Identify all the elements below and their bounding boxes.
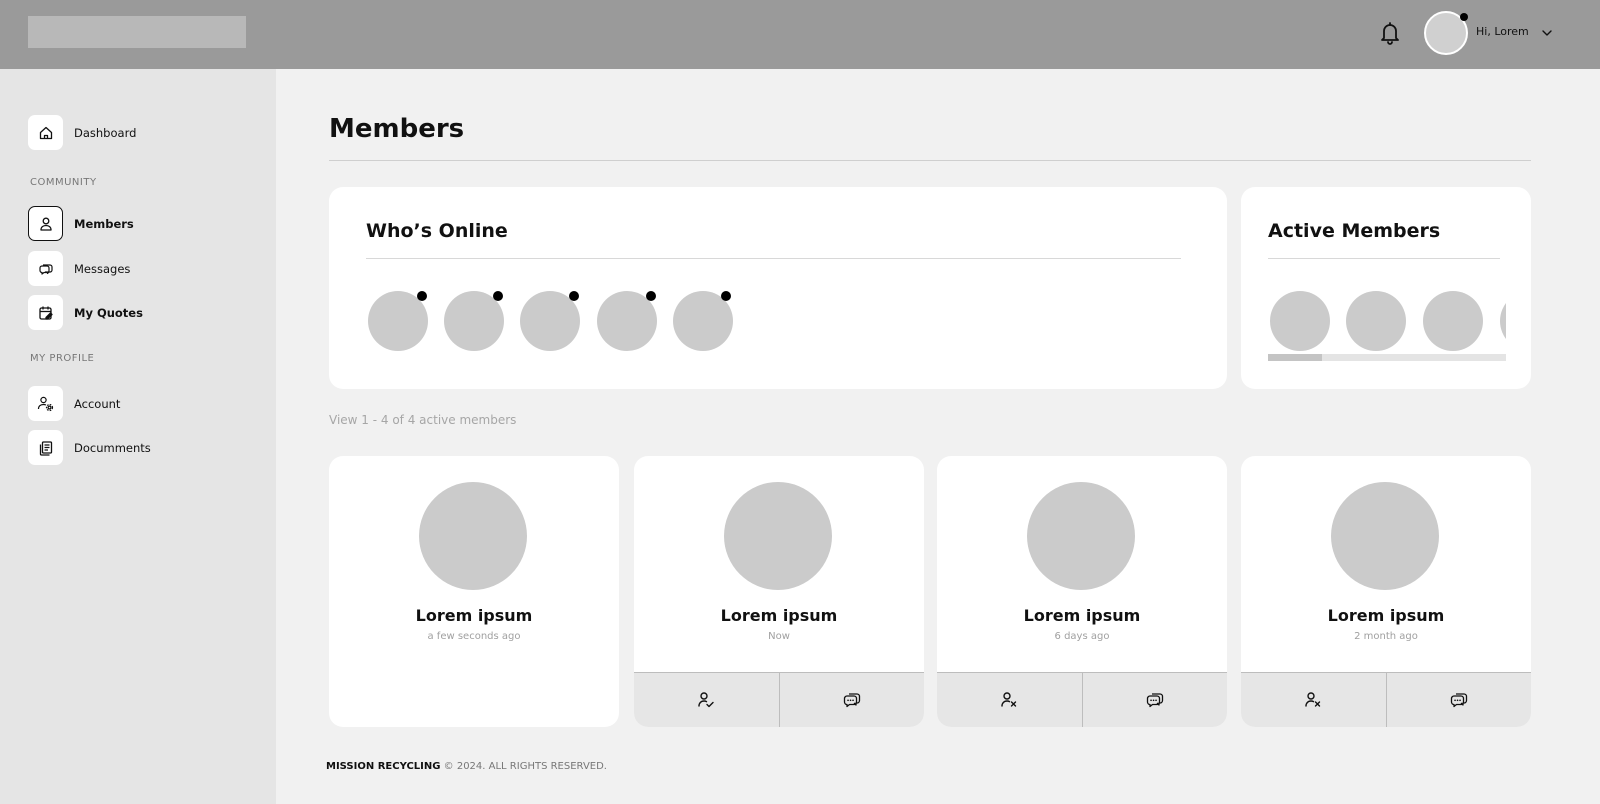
sidebar-item-label: Members: [74, 216, 134, 231]
user-remove-icon: [1001, 692, 1017, 707]
logo-placeholder[interactable]: [28, 16, 246, 48]
card-divider: [1268, 258, 1500, 259]
community-heading: COMMUNITY: [30, 177, 97, 188]
sidebar-item-account[interactable]: Account: [28, 386, 120, 421]
message-button[interactable]: [1081, 673, 1228, 727]
members-count-info: View 1 - 4 of 4 active members: [329, 413, 517, 427]
active-member-avatar[interactable]: [1423, 291, 1483, 351]
message-button[interactable]: [1385, 673, 1532, 727]
sidebar-item-label: Dashboard: [74, 125, 137, 140]
member-card[interactable]: Lorem ipsum Now: [634, 456, 924, 727]
footer-brand: MISSION RECYCLING: [326, 761, 441, 772]
whos-online-title: Who’s Online: [366, 220, 508, 242]
user-icon: [39, 217, 52, 231]
sidebar-item-documents[interactable]: Documments: [28, 430, 151, 465]
sidebar-item-dashboard[interactable]: Dashboard: [28, 115, 136, 150]
member-name[interactable]: Lorem ipsum: [937, 606, 1227, 625]
member-actions: [634, 672, 924, 727]
footer: MISSION RECYCLING © 2024. ALL RIGHTS RES…: [326, 761, 607, 772]
title-divider: [329, 160, 1531, 161]
scrollbar-thumb[interactable]: [1268, 354, 1322, 361]
sidebar-item-label: My Quotes: [74, 305, 143, 320]
active-members-carousel[interactable]: [1268, 288, 1506, 354]
member-name[interactable]: Lorem ipsum: [329, 606, 619, 625]
member-actions: [937, 672, 1227, 727]
member-avatar[interactable]: [419, 482, 527, 590]
online-status-dot: [569, 291, 579, 301]
active-member-avatar[interactable]: [1346, 291, 1406, 351]
active-member-avatar[interactable]: [1500, 291, 1506, 351]
active-member-avatar[interactable]: [1270, 291, 1330, 351]
user-greeting[interactable]: Hi, Lorem: [1476, 25, 1529, 38]
remove-friend-button[interactable]: [937, 673, 1082, 727]
member-avatar[interactable]: [724, 482, 832, 590]
page-title: Members: [329, 114, 465, 144]
member-actions: [1241, 672, 1531, 727]
member-card[interactable]: Lorem ipsum a few seconds ago: [329, 456, 619, 727]
member-last-seen: 2 month ago: [1354, 631, 1418, 642]
online-status-dot: [417, 291, 427, 301]
friend-accepted-button[interactable]: [634, 673, 779, 727]
user-check-icon: [698, 692, 714, 708]
member-last-seen: Now: [768, 631, 790, 642]
member-name[interactable]: Lorem ipsum: [1241, 606, 1531, 625]
sidebar-item-label: Documments: [74, 440, 151, 455]
notification-dot: [1460, 13, 1468, 21]
chat-icon: [843, 693, 860, 708]
chat-icon: [1146, 693, 1163, 708]
whos-online-card: Who’s Online: [329, 187, 1227, 389]
chat-icon: [38, 263, 53, 275]
user-settings-icon: [37, 396, 54, 412]
online-status-dot: [493, 291, 503, 301]
documents-icon: [39, 440, 52, 456]
sidebar-item-messages[interactable]: Messages: [28, 251, 130, 286]
sidebar-item-my-quotes[interactable]: My Quotes: [28, 295, 143, 330]
sidebar-item-members[interactable]: Members: [28, 206, 134, 241]
carousel-scrollbar[interactable]: [1268, 354, 1506, 361]
card-divider: [366, 258, 1181, 259]
member-card[interactable]: Lorem ipsum 6 days ago: [937, 456, 1227, 727]
home-icon: [39, 126, 52, 139]
user-remove-icon: [1305, 692, 1321, 707]
member-avatar[interactable]: [1331, 482, 1439, 590]
message-button[interactable]: [778, 673, 925, 727]
sidebar-item-label: Account: [74, 396, 121, 411]
chevron-down-icon[interactable]: [1540, 26, 1554, 40]
member-last-seen: a few seconds ago: [427, 631, 521, 642]
active-members-title: Active Members: [1268, 220, 1441, 242]
bell-icon[interactable]: [1378, 20, 1402, 46]
remove-friend-button[interactable]: [1241, 673, 1386, 727]
member-name[interactable]: Lorem ipsum: [634, 606, 924, 625]
member-last-seen: 6 days ago: [1054, 631, 1110, 642]
chat-icon: [1450, 693, 1467, 708]
top-bar: Hi, Lorem: [0, 0, 1600, 69]
calendar-edit-icon: [38, 306, 53, 320]
member-card[interactable]: Lorem ipsum 2 month ago: [1241, 456, 1531, 727]
online-status-dot: [646, 291, 656, 301]
sidebar-item-label: Messages: [74, 261, 131, 276]
member-avatar[interactable]: [1027, 482, 1135, 590]
my-profile-heading: MY PROFILE: [30, 353, 95, 364]
online-status-dot: [721, 291, 731, 301]
footer-copyright: © 2024. ALL RIGHTS RESERVED.: [443, 761, 607, 772]
